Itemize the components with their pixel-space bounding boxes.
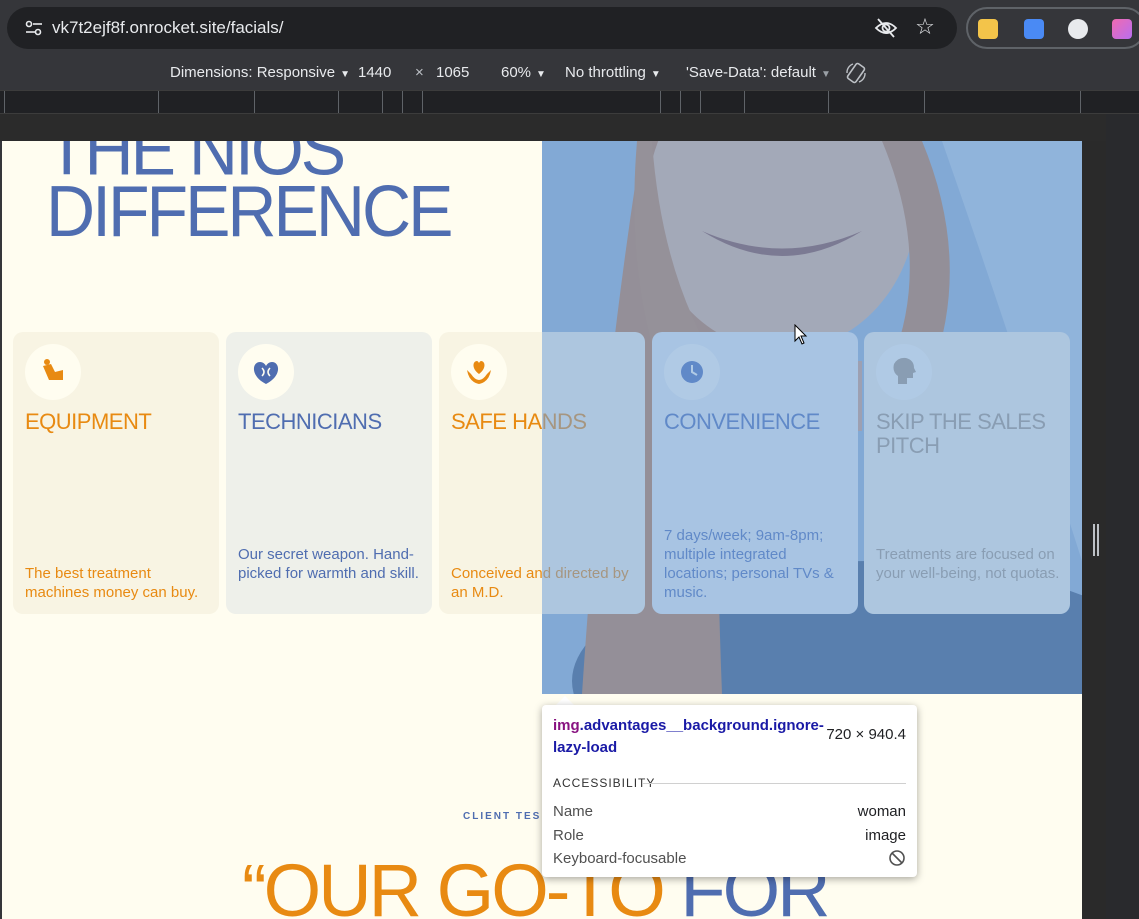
extension-record-icon[interactable]: [1068, 19, 1088, 39]
resize-handle-icon[interactable]: [1091, 522, 1101, 558]
browser-toolbar: vk7t2ejf8f.onrocket.site/facials/ ☆: [0, 0, 1139, 56]
card-technicians: TECHNICIANS Our secret weapon. Hand-pick…: [226, 332, 432, 614]
card-equipment: EQUIPMENT The best treatment machines mo…: [13, 332, 219, 614]
chevron-down-icon: ▼: [820, 69, 831, 80]
cursor-icon: [794, 323, 808, 350]
card-title: SKIP THE SALES PITCH: [876, 409, 1046, 458]
save-data-dropdown[interactable]: 'Save-Data': default ▼: [686, 64, 831, 84]
dimensions-dropdown[interactable]: Dimensions: Responsive ▼: [170, 64, 350, 84]
element-size: 720 × 940.4: [826, 726, 906, 743]
card-title: SAFE HANDS: [451, 409, 587, 434]
divider: [642, 783, 906, 784]
tooltip-arrow: [556, 696, 574, 705]
element-selector: img.advantages__background.ignore-lazy-l…: [553, 717, 824, 756]
url-text[interactable]: vk7t2ejf8f.onrocket.site/facials/: [52, 17, 284, 39]
card-title: CONVENIENCE: [664, 409, 820, 434]
throttling-dropdown[interactable]: No throttling ▼: [565, 64, 661, 84]
zoom-dropdown[interactable]: 60% ▼: [501, 64, 546, 84]
not-allowed-icon: [888, 849, 906, 873]
head-icon: [876, 344, 932, 400]
card-title: EQUIPMENT: [25, 409, 152, 434]
address-bar[interactable]: vk7t2ejf8f.onrocket.site/facials/ ☆: [7, 7, 957, 49]
card-text: Our secret weapon. Hand-picked for warmt…: [238, 546, 419, 582]
extension-docs-icon[interactable]: [1024, 19, 1044, 39]
extension-note-icon[interactable]: [978, 19, 998, 39]
accessibility-row-role: Role image: [553, 827, 906, 844]
hero-line-2: DIFFERENCE: [46, 171, 453, 253]
card-text: 7 days/week; 9am-8pm; multiple integrate…: [664, 527, 834, 601]
viewport-margin: [0, 114, 1139, 141]
chevron-down-icon: ▼: [650, 69, 661, 80]
accessibility-heading: ACCESSIBILITY: [553, 776, 656, 790]
chevron-down-icon: ▼: [536, 69, 546, 80]
card-text: The best treatment machines money can bu…: [25, 565, 199, 601]
accessibility-row-focusable: Keyboard-focusable: [553, 849, 906, 869]
brain-heart-icon: [238, 344, 294, 400]
height-input[interactable]: 1065: [436, 64, 469, 82]
eye-off-icon[interactable]: [873, 15, 899, 41]
arm-icon: [25, 344, 81, 400]
width-input[interactable]: 1440: [358, 64, 391, 82]
card-text: Conceived and directed by an M.D.: [451, 565, 629, 601]
media-query-ruler[interactable]: [0, 90, 1139, 114]
card-safe-hands: SAFE HANDS Conceived and directed by an …: [439, 332, 645, 614]
clock-icon: [664, 344, 720, 400]
accessibility-row-name: Name woman: [553, 803, 906, 820]
extensions-bar: [966, 7, 1139, 49]
card-convenience: CONVENIENCE 7 days/week; 9am-8pm; multip…: [652, 332, 858, 614]
rotate-icon[interactable]: [845, 61, 867, 90]
hands-heart-icon: [451, 344, 507, 400]
site-info-icon[interactable]: [23, 18, 45, 38]
card-title: TECHNICIANS: [238, 409, 382, 434]
section-label: CLIENT TES: [463, 811, 542, 822]
star-icon[interactable]: ☆: [912, 15, 938, 41]
card-text: Treatments are focused on your well-bein…: [876, 546, 1060, 582]
extension-color-icon[interactable]: [1112, 19, 1132, 39]
inspect-tooltip: img.advantages__background.ignore-lazy-l…: [542, 705, 917, 877]
times-sign: ×: [415, 64, 424, 81]
hero-title: THE NIOS DIFFERENCE: [46, 141, 566, 253]
device-toolbar: Dimensions: Responsive ▼ 1440 × 1065 60% ▼…: [0, 56, 1139, 90]
card-skip-sales-pitch: SKIP THE SALES PITCH Treatments are focu…: [864, 332, 1070, 614]
devtools-side-pane: [1106, 114, 1139, 919]
chevron-down-icon: ▼: [340, 69, 350, 80]
